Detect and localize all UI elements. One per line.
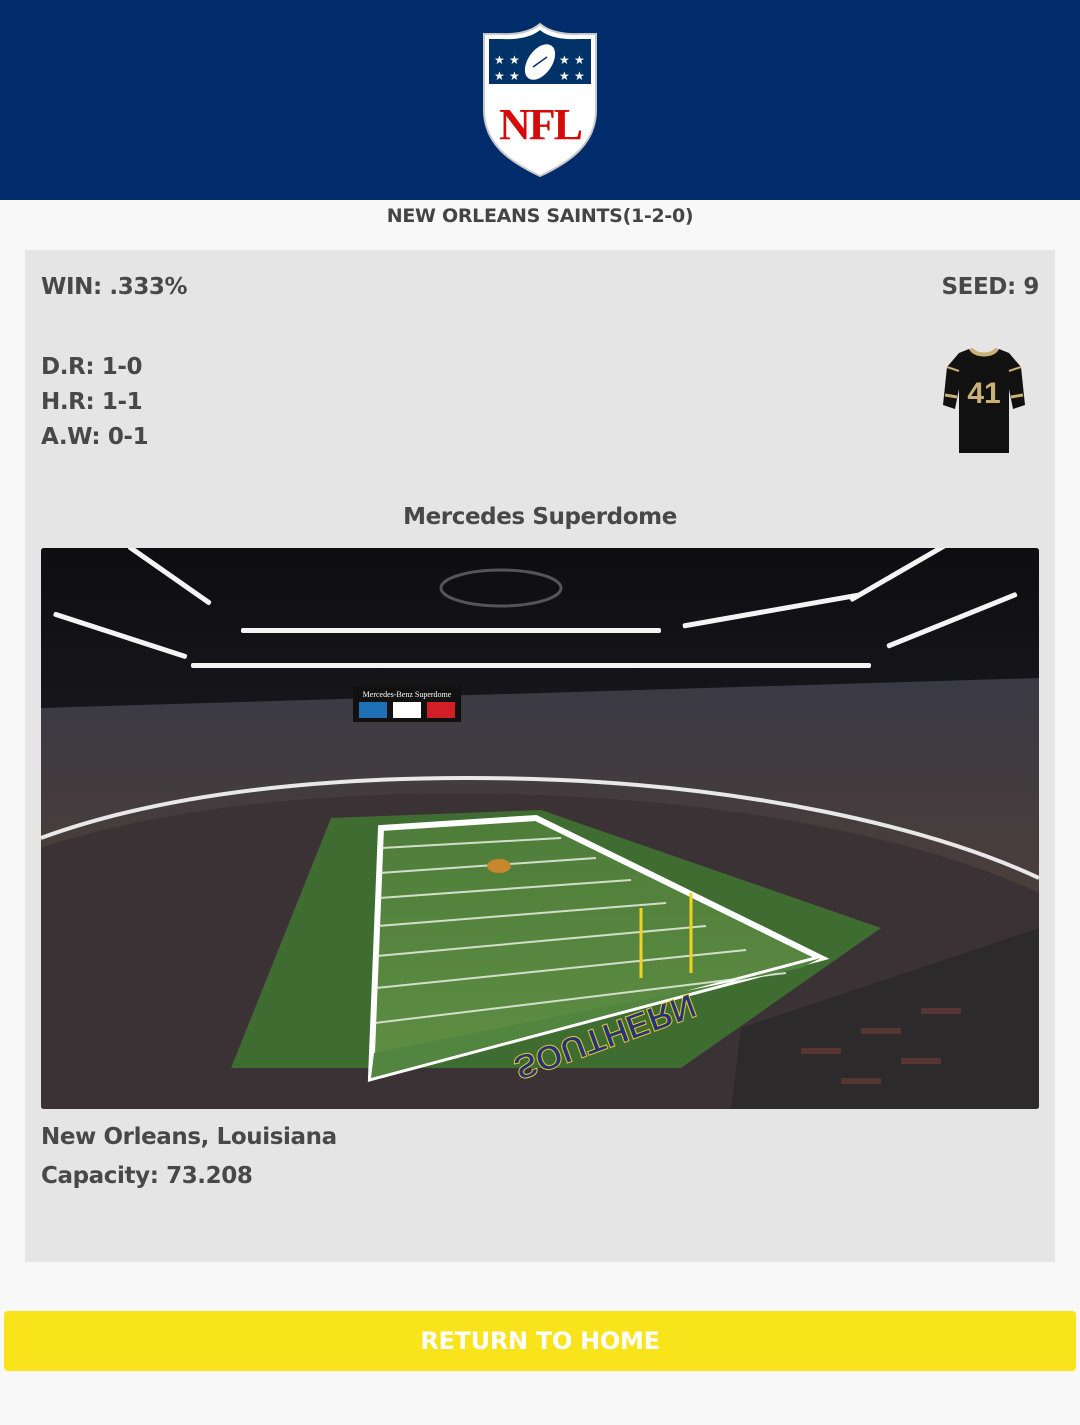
svg-text:★: ★ — [494, 69, 505, 83]
away-record: A.W: 0-1 — [41, 424, 149, 450]
jersey-number: 41 — [967, 377, 1000, 410]
nfl-logo[interactable]: ★ ★ ★ ★ ★ ★ ★ ★ NFL — [480, 22, 600, 178]
app-header: ★ ★ ★ ★ ★ ★ ★ ★ NFL — [0, 0, 1080, 200]
return-home-button[interactable]: RETURN TO HOME — [4, 1311, 1076, 1371]
svg-text:★: ★ — [559, 69, 570, 83]
scoreboard-text: Mercedes-Benz Superdome — [363, 690, 452, 699]
svg-text:★: ★ — [574, 53, 585, 67]
win-percentage: WIN: .333% — [41, 274, 188, 300]
home-record: H.R: 1-1 — [41, 389, 143, 415]
division-record: D.R: 1-0 — [41, 354, 143, 380]
stadium-photo: Mercedes-Benz Superdome SOUTHERN — [41, 548, 1039, 1109]
seed: SEED: 9 — [941, 274, 1040, 300]
team-title: NEW ORLEANS SAINTS(1-2-0) — [386, 205, 694, 227]
svg-text:★: ★ — [509, 69, 520, 83]
stadium-name: Mercedes Superdome — [403, 504, 677, 530]
stadium-capacity: Capacity: 73.208 — [41, 1163, 253, 1189]
svg-text:★: ★ — [574, 69, 585, 83]
svg-text:★: ★ — [509, 53, 520, 67]
svg-text:★: ★ — [559, 53, 570, 67]
svg-text:★: ★ — [494, 53, 505, 67]
jersey-icon: 41 — [943, 348, 1025, 453]
team-card: WIN: .333% SEED: 9 D.R: 1-0 H.R: 1-1 A.W… — [25, 250, 1055, 1262]
stadium-location: New Orleans, Louisiana — [41, 1124, 337, 1150]
nfl-logo-text: NFL — [499, 100, 582, 149]
